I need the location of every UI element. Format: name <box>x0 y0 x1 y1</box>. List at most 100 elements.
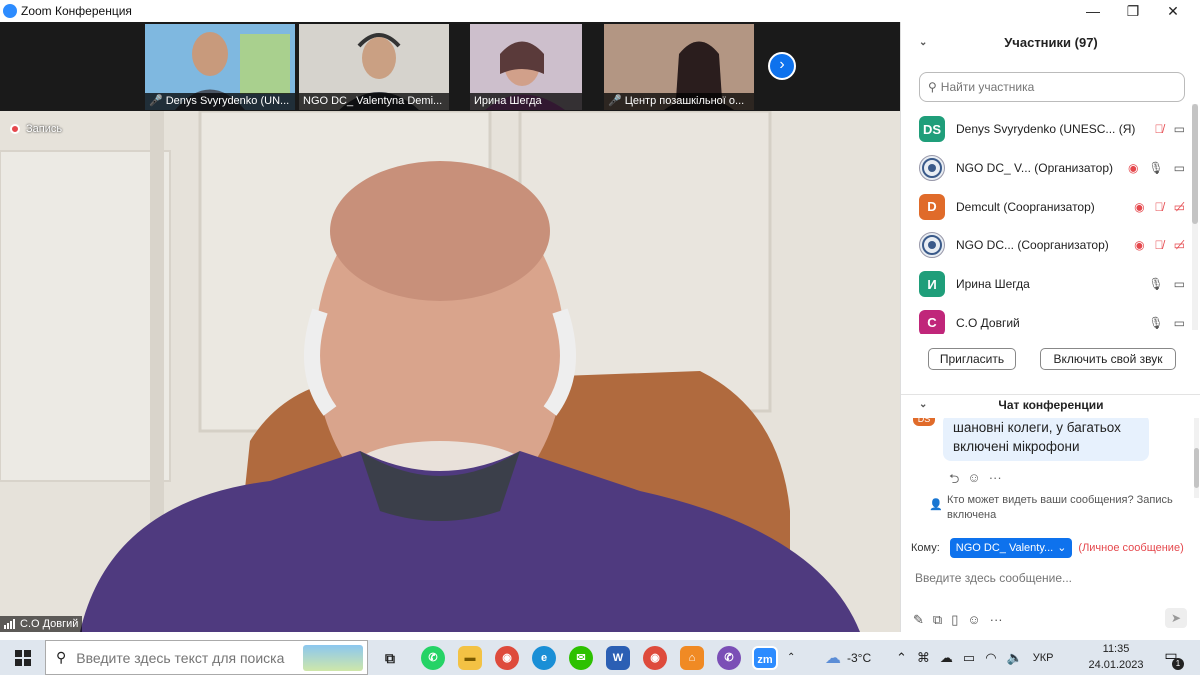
chat-message: шановні колеги, у багатьох включені мікр… <box>943 418 1149 461</box>
whatsapp-icon[interactable]: ✆ <box>421 646 445 670</box>
privacy-notice[interactable]: Кто может видеть ваши сообщения? Запись … <box>947 493 1187 523</box>
muted-mic-icon[interactable]: 🎙̸ <box>1155 122 1164 136</box>
recording-indicator: Запись <box>10 123 62 135</box>
send-button[interactable]: ➤ <box>1165 608 1187 628</box>
chat-scrollbar[interactable] <box>1194 418 1199 498</box>
video-thumbnail[interactable]: 🎤 Центр позашкільної о... <box>604 24 754 110</box>
more-options-icon[interactable]: ··· <box>990 612 1003 628</box>
screenshot-icon[interactable]: ⧉ <box>933 612 942 628</box>
participant-name: Ирина Шегда <box>956 277 1030 292</box>
collapse-chevron-icon[interactable]: ⌄ <box>919 32 927 54</box>
collapse-chevron-icon[interactable]: ⌄ <box>919 395 927 415</box>
wifi-icon[interactable]: ◠ <box>985 650 996 666</box>
participant-row[interactable]: С С.О Довгий 🎙 ▭ <box>919 303 1191 334</box>
weather-widget[interactable]: ☁ -3°C <box>825 640 871 675</box>
zoom-app-icon[interactable]: zm <box>752 646 778 670</box>
viber-icon[interactable]: ✆ <box>717 646 741 670</box>
video-camera-icon[interactable]: ▭ <box>1174 277 1185 291</box>
participant-row[interactable]: D Demcult (Соорганизатор) ◉ 🎙̸ ▭̸ <box>919 187 1191 226</box>
recipient-name: NGO DC_ Valenty... <box>955 542 1054 554</box>
video-camera-icon[interactable]: ▭ <box>1174 161 1185 175</box>
chevron-up-icon[interactable]: ⌃ <box>896 650 907 666</box>
participant-search[interactable]: ⚲ <box>919 72 1185 102</box>
user-lock-icon: 👤 <box>929 499 943 511</box>
emoji-reaction-icon[interactable]: ☺ <box>967 470 980 492</box>
windows-taskbar: ⚲ ⧉ ✆ ▬ ◉ e ✉ W ◉ ⌂ ✆ zm ⌃ ☁ -3°C ⌃ ⌘ ☁ … <box>0 640 1200 675</box>
chrome-icon[interactable]: ◉ <box>495 646 519 670</box>
video-thumbnail[interactable]: 🎤 Denys Svyrydenko (UN... <box>145 24 295 110</box>
participant-name: С.О Довгий <box>956 315 1020 330</box>
chat-title: Чат конференции <box>998 398 1104 412</box>
recording-eye-icon: ◉ <box>1134 238 1145 253</box>
participant-row[interactable]: DS Denys Svyrydenko (UNESC... (Я) 🎙̸ ▭ <box>919 110 1191 149</box>
task-view-icon[interactable]: ⧉ <box>378 646 402 670</box>
search-input[interactable] <box>940 80 1161 94</box>
app-icon[interactable]: ⌂ <box>680 646 704 670</box>
cloud-icon: ☁ <box>825 649 841 667</box>
to-label: Кому: <box>911 542 940 554</box>
emoji-icon[interactable]: ☺ <box>967 612 980 628</box>
battery-icon[interactable]: ▭ <box>963 650 975 666</box>
video-thumbnail[interactable]: Ирина Шегда <box>470 24 582 110</box>
chat-message-input[interactable] <box>915 568 1185 588</box>
participant-row[interactable]: NGO DC_ V... (Организатор) ◉ 🎙 ▭ <box>919 149 1191 188</box>
file-explorer-icon[interactable]: ▬ <box>458 646 482 670</box>
format-text-icon[interactable]: ✎ <box>913 612 924 628</box>
edge-icon[interactable]: e <box>532 646 556 670</box>
wechat-icon[interactable]: ✉ <box>569 646 593 670</box>
temperature: -3°C <box>847 650 872 665</box>
taskbar-search[interactable]: ⚲ <box>45 640 368 675</box>
participant-list: DS Denys Svyrydenko (UNESC... (Я) 🎙̸ ▭ NG… <box>919 110 1191 334</box>
chat-messages: DS шановні колеги, у багатьох включені м… <box>901 418 1200 523</box>
recording-eye-icon: ◉ <box>1134 199 1145 214</box>
muted-mic-icon: 🎤 <box>608 95 622 107</box>
notification-count: 1 <box>1172 658 1184 670</box>
next-page-button[interactable]: › <box>768 52 796 80</box>
more-options-icon[interactable]: ··· <box>989 470 1002 492</box>
taskbar-search-input[interactable] <box>76 649 297 666</box>
search-icon: ⚲ <box>928 80 937 94</box>
network-icon[interactable]: ⌘ <box>917 650 930 666</box>
microphone-icon[interactable]: 🎙 <box>1148 316 1163 330</box>
microphone-icon[interactable]: 🎙 <box>1148 161 1163 175</box>
video-off-icon[interactable]: ▭̸ <box>1174 200 1185 214</box>
speaker-name-tag: С.О Довгий <box>0 616 83 632</box>
avatar: DS <box>919 116 945 143</box>
clock-date: 24.01.2023 <box>1088 659 1144 671</box>
maximize-button[interactable]: ❐ <box>1113 0 1153 22</box>
video-camera-icon[interactable]: ▭ <box>1174 122 1185 136</box>
muted-mic-icon[interactable]: 🎙̸ <box>1155 200 1164 214</box>
search-icon: ⚲ <box>56 649 67 665</box>
muted-mic-icon[interactable]: 🎙̸ <box>1155 238 1164 252</box>
participant-row[interactable]: NGO DC... (Соорганизатор) ◉ 🎙̸ ▭̸ <box>919 226 1191 265</box>
record-icon <box>10 124 20 134</box>
close-button[interactable]: ✕ <box>1153 0 1193 22</box>
volume-icon[interactable]: 🔈 <box>1007 650 1023 666</box>
language-indicator[interactable]: УКР <box>1033 652 1054 664</box>
file-icon[interactable]: ▯ <box>951 612 958 628</box>
video-camera-icon[interactable]: ▭ <box>1174 316 1185 330</box>
chrome-icon[interactable]: ◉ <box>643 646 667 670</box>
unmute-myself-button[interactable]: Включить свой звук <box>1040 348 1176 370</box>
microphone-icon[interactable]: 🎙 <box>1148 277 1163 291</box>
start-button[interactable] <box>0 640 45 675</box>
system-tray: ⌃ ⌘ ☁ ▭ ◠ 🔈 УКР <box>896 640 1053 675</box>
participant-scrollbar[interactable] <box>1192 104 1198 330</box>
word-icon[interactable]: W <box>606 646 630 670</box>
taskbar-overflow-chevron-icon[interactable]: ⌃ <box>787 640 795 675</box>
participant-name: NGO DC... <box>956 238 1015 253</box>
avatar <box>919 155 945 182</box>
window-title: Zoom Конференция <box>21 4 132 18</box>
reply-icon[interactable]: ⮌ <box>949 470 959 492</box>
invite-button[interactable]: Пригласить <box>928 348 1016 370</box>
avatar: С <box>919 309 945 334</box>
video-off-icon[interactable]: ▭̸ <box>1174 238 1185 252</box>
avatar: И <box>919 271 945 298</box>
minimize-button[interactable]: — <box>1073 0 1113 22</box>
participant-row[interactable]: И Ирина Шегда 🎙 ▭ <box>919 265 1191 304</box>
clock[interactable]: 11:35 24.01.2023 <box>1080 641 1152 673</box>
recipient-dropdown[interactable]: NGO DC_ Valenty... ⌄ <box>949 538 1073 558</box>
video-area: 🎤 Denys Svyrydenko (UN... NGO DC_ Valenty… <box>0 22 900 632</box>
onedrive-icon[interactable]: ☁ <box>940 650 953 666</box>
video-thumbnail[interactable]: NGO DC_ Valentyna Demi... <box>299 24 449 110</box>
